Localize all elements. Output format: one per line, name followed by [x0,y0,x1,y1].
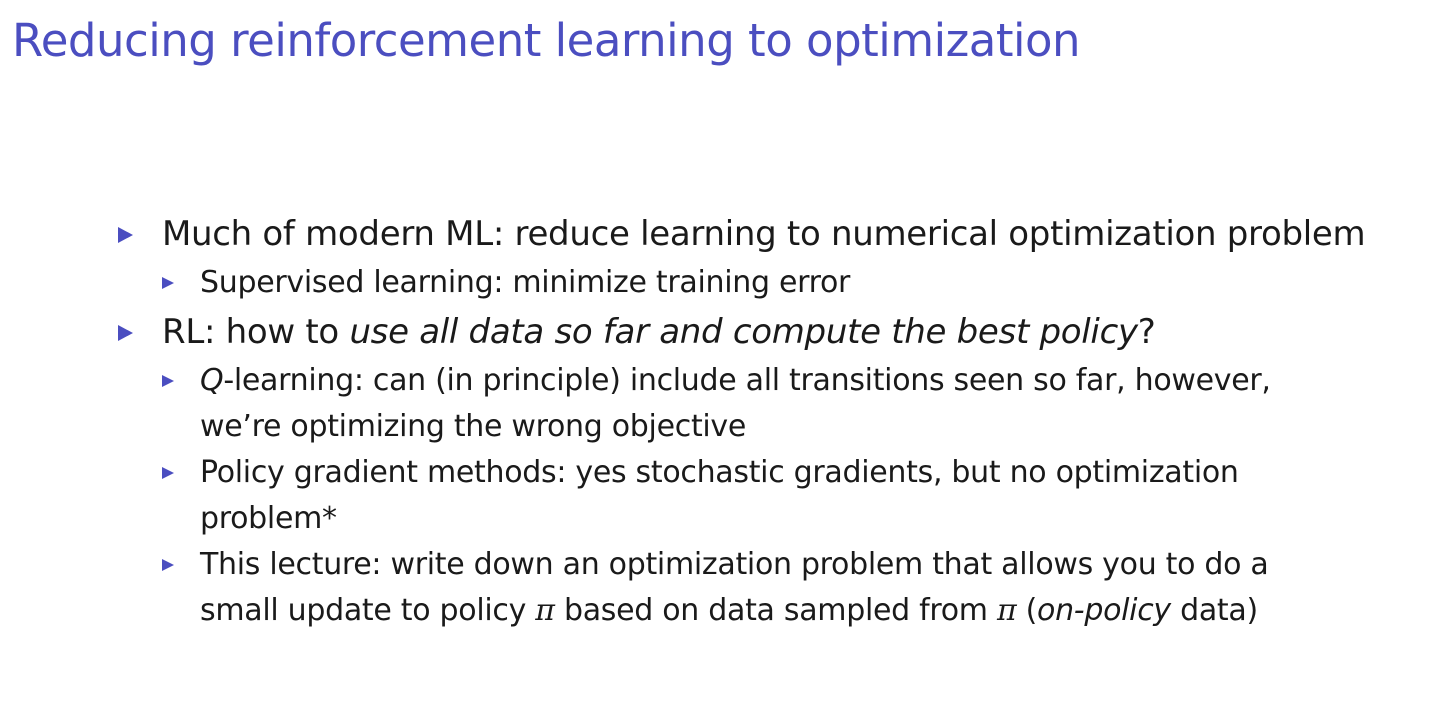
sub-bullet-text: data) [1170,593,1258,628]
sub-bullet-line: This lecture: write down an optimization… [200,547,1269,582]
bullet-triangle-icon [118,325,133,341]
sub-bullet-triangle-icon [162,375,174,387]
sub-bullet-text: ( [1016,593,1038,628]
pi-symbol: π [535,593,555,628]
bullet-triangle-icon [118,227,133,243]
sub-bullet-list: Supervised learning: minimize training e… [158,260,1418,306]
sub-bullet-line: problem* [200,501,337,536]
sub-bullet-text: small update to policy [200,593,536,628]
sub-bullet-text: Supervised learning: minimize training e… [200,265,851,300]
sub-bullet-line: Q-learning: can (in principle) include a… [200,358,1418,404]
sub-bullet-item: Policy gradient methods: yes stochastic … [158,450,1418,542]
bullet-item: Much of modern ML: reduce learning to nu… [118,208,1418,306]
bullet-text-suffix: ? [1137,312,1156,352]
sub-bullet-line: Policy gradient methods: yes stochastic … [200,455,1239,490]
sub-bullet-text: -learning: can (in principle) include al… [223,363,1271,398]
slide-title: Reducing reinforcement learning to optim… [12,14,1081,67]
pi-symbol: π [996,593,1017,628]
sub-bullet-triangle-icon [162,559,174,571]
sub-bullet-line: we’re optimizing the wrong objective [200,409,747,444]
sub-bullet-list: Q-learning: can (in principle) include a… [158,358,1418,634]
sub-bullet-triangle-icon [162,277,174,289]
sub-bullet-line: small update to policy π based on data s… [200,588,1418,634]
sub-bullet-item: Supervised learning: minimize training e… [158,260,1418,306]
on-policy-emphasis: on-policy [1037,593,1171,628]
bullet-list: Much of modern ML: reduce learning to nu… [118,208,1418,634]
sub-bullet-item: Q-learning: can (in principle) include a… [158,358,1418,450]
bullet-text-emphasis: use all data so far and compute the best… [349,312,1138,352]
sub-bullet-text: based on data sampled from [554,593,997,628]
sub-bullet-triangle-icon [162,467,174,479]
bullet-text-prefix: RL: how to [162,312,350,352]
sub-bullet-item: This lecture: write down an optimization… [158,542,1418,634]
q-symbol: Q [200,363,224,398]
bullet-item: RL: how to use all data so far and compu… [118,306,1418,634]
bullet-text: Much of modern ML: reduce learning to nu… [162,214,1366,254]
